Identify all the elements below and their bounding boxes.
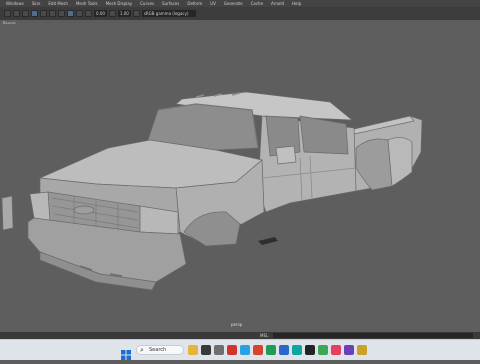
lights-icon[interactable] <box>49 10 56 17</box>
app-icon-11[interactable] <box>318 345 328 355</box>
rear-fender-flare <box>387 137 413 187</box>
app-icon-13[interactable] <box>344 345 354 355</box>
menu-cache[interactable]: Cache <box>251 1 263 6</box>
windows-icon[interactable] <box>121 345 131 360</box>
menu-windows[interactable]: Windows <box>6 1 24 6</box>
color-management-icon[interactable] <box>132 10 140 17</box>
wireframe-icon[interactable] <box>22 10 29 17</box>
menu-mesh-tools[interactable]: Mesh Tools <box>76 1 98 6</box>
xray-icon[interactable] <box>67 10 74 17</box>
app-icon-9[interactable] <box>292 345 302 355</box>
app-icon-3[interactable] <box>214 345 224 355</box>
app-icon-5[interactable] <box>240 345 250 355</box>
app-icon-12[interactable] <box>331 345 341 355</box>
gamma-icon[interactable] <box>108 10 116 17</box>
menu-mesh-display[interactable]: Mesh Display <box>106 1 133 6</box>
detached-part <box>1 195 14 231</box>
menu-uv[interactable]: UV <box>210 1 216 6</box>
mel-label: MEL <box>260 333 269 338</box>
gamma-field[interactable]: 1.00 <box>117 10 131 17</box>
app-icon-2[interactable] <box>201 345 211 355</box>
app-icon-7[interactable] <box>266 345 276 355</box>
menu-skin[interactable]: Skin <box>32 1 41 6</box>
app-icon-6[interactable] <box>253 345 263 355</box>
ground-shadow <box>258 237 278 245</box>
camera-icon[interactable] <box>4 10 11 17</box>
truck-model[interactable] <box>0 24 480 332</box>
isolate-icon[interactable] <box>76 10 83 17</box>
menu-deform[interactable]: Deform <box>187 1 202 6</box>
camera-label: persp <box>231 322 243 327</box>
taskbar-search[interactable]: ⌕ Search <box>136 345 184 355</box>
exposure-icon[interactable] <box>85 10 92 17</box>
textured-icon[interactable] <box>40 10 47 17</box>
taskbar: ⌕ Search <box>0 339 480 360</box>
smooth-shade-icon[interactable] <box>31 10 38 17</box>
rear-window <box>299 115 349 155</box>
menu-arnold[interactable]: Arnold <box>271 1 284 6</box>
search-placeholder: Search <box>149 347 167 353</box>
shadows-icon[interactable] <box>58 10 65 17</box>
app-icon-8[interactable] <box>279 345 289 355</box>
menu-bar: Windows Skin Edit Mesh Mesh Tools Mesh D… <box>0 0 480 7</box>
menu-help[interactable]: Help <box>292 1 301 6</box>
color-space-select[interactable]: sRGB gamma (legacy) <box>141 10 196 17</box>
viewport-toolbar: 0.00 1.00 sRGB gamma (legacy) <box>0 7 480 20</box>
3d-viewport[interactable] <box>0 24 480 332</box>
exposure-field[interactable]: 0.00 <box>94 10 107 17</box>
menu-edit-mesh[interactable]: Edit Mesh <box>48 1 68 6</box>
app-icon-4[interactable] <box>227 345 237 355</box>
app-icon-10[interactable] <box>305 345 315 355</box>
app-icon-1[interactable] <box>188 345 198 355</box>
menu-curves[interactable]: Curves <box>140 1 154 6</box>
command-line-input[interactable] <box>273 333 473 338</box>
grid-icon[interactable] <box>13 10 20 17</box>
search-icon: ⌕ <box>140 346 144 354</box>
headlight-left <box>29 191 51 223</box>
menu-surfaces[interactable]: Surfaces <box>162 1 179 6</box>
ford-emblem <box>73 205 95 215</box>
menu-generate[interactable]: Generate <box>224 1 243 6</box>
mirror <box>275 145 297 165</box>
app-icon-14[interactable] <box>357 345 367 355</box>
